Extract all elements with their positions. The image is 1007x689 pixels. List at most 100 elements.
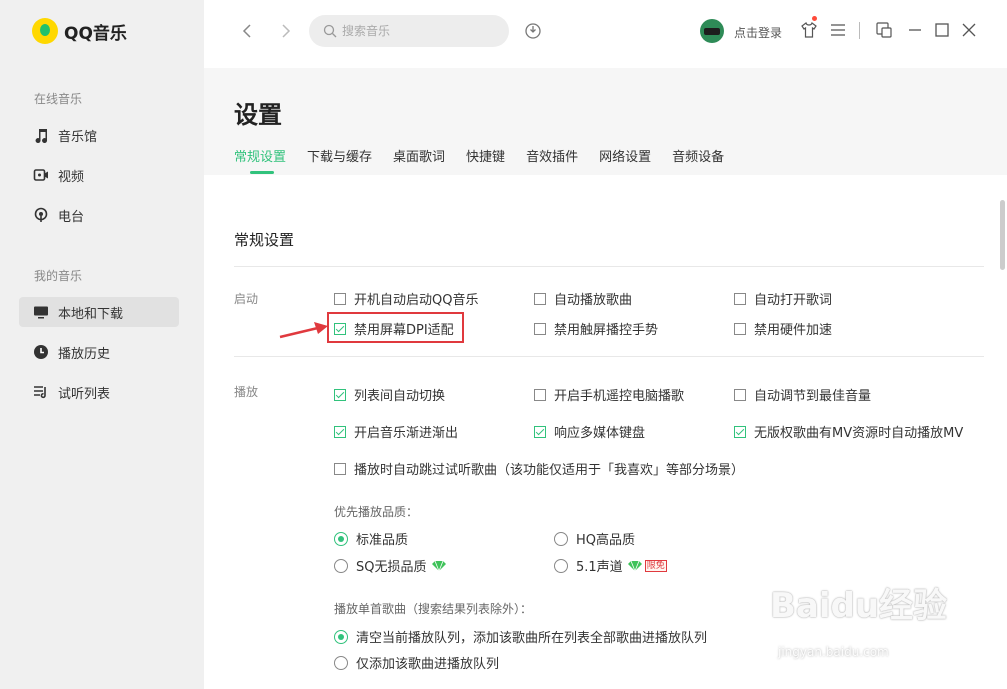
- sidebar-item-radio[interactable]: 电台: [19, 200, 179, 230]
- radio-selected[interactable]: [334, 531, 348, 546]
- vip-diamond-icon: [627, 560, 642, 571]
- opt-disable-touch[interactable]: 禁用触屏播控手势: [534, 319, 658, 338]
- checkbox-checked[interactable]: [734, 425, 746, 438]
- opt-phone-remote[interactable]: 开启手机遥控电脑播歌: [534, 385, 684, 404]
- checkbox[interactable]: [534, 388, 546, 401]
- radio-standard-quality[interactable]: 标准品质: [334, 529, 408, 548]
- tab-shortcuts[interactable]: 快捷键: [466, 146, 505, 165]
- checkbox[interactable]: [534, 292, 546, 305]
- settings-tabs: 常规设置 下载与缓存 桌面歌词 快捷键 音效插件 网络设置 音频设备: [234, 146, 745, 174]
- opt-disable-dpi[interactable]: 禁用屏幕DPI适配: [334, 319, 454, 338]
- radio[interactable]: [554, 531, 568, 546]
- checkbox[interactable]: [734, 292, 746, 305]
- radio-51-channel[interactable]: 5.1声道 限免: [554, 556, 667, 575]
- sidebar-item-label: 本地和下载: [58, 306, 124, 322]
- opt-auto-start[interactable]: 开机自动启动QQ音乐: [334, 289, 478, 308]
- app-logo[interactable]: QQ音乐: [32, 18, 127, 44]
- app-name: QQ音乐: [64, 23, 127, 44]
- checkbox[interactable]: [534, 322, 546, 335]
- radio-hq-quality[interactable]: HQ高品质: [554, 529, 635, 548]
- tab-audio-device[interactable]: 音频设备: [672, 146, 724, 165]
- radio-sq-quality[interactable]: SQ无损品质: [334, 556, 446, 575]
- menu-icon[interactable]: [829, 21, 847, 39]
- tab-network[interactable]: 网络设置: [599, 146, 651, 165]
- option-label: 自动调节到最佳音量: [754, 389, 872, 404]
- sidebar-item-trial-list[interactable]: 试听列表: [19, 377, 179, 407]
- tab-general[interactable]: 常规设置: [234, 146, 286, 174]
- option-label: 开机自动启动QQ音乐: [354, 293, 479, 308]
- option-label: 清空当前播放队列，添加该歌曲所在列表全部歌曲进播放队列: [356, 631, 708, 646]
- opt-skip-trial[interactable]: 播放时自动跳过试听歌曲（该功能仅适用于「我喜欢」等部分场景）: [334, 459, 744, 478]
- option-label: 自动打开歌词: [754, 293, 833, 308]
- checkbox-checked[interactable]: [334, 425, 346, 438]
- voice-search-icon[interactable]: [523, 21, 543, 41]
- video-icon: [33, 169, 48, 181]
- playlist-icon: [34, 386, 46, 399]
- option-label: 无版权歌曲有MV资源时自动播放MV: [754, 426, 964, 441]
- computer-icon: [34, 306, 48, 319]
- close-icon[interactable]: [960, 21, 978, 39]
- search-box[interactable]: [309, 15, 509, 47]
- checkbox-checked[interactable]: [534, 425, 546, 438]
- sidebar-item-music-hall[interactable]: 音乐馆: [19, 120, 179, 150]
- maximize-icon[interactable]: [933, 21, 951, 39]
- opt-auto-play[interactable]: 自动播放歌曲: [534, 289, 632, 308]
- search-icon: [323, 24, 337, 38]
- checkbox[interactable]: [734, 322, 746, 335]
- option-label: HQ高品质: [576, 533, 636, 548]
- back-arrow-icon[interactable]: [239, 22, 257, 40]
- option-label: 仅添加该歌曲进播放队列: [356, 657, 500, 672]
- radio[interactable]: [334, 558, 348, 573]
- tab-audio-plugins[interactable]: 音效插件: [526, 146, 578, 165]
- minimize-icon[interactable]: [906, 21, 924, 39]
- login-link[interactable]: 点击登录: [734, 24, 782, 41]
- tab-desktop-lyrics[interactable]: 桌面歌词: [393, 146, 445, 165]
- checkbox[interactable]: [334, 462, 346, 475]
- forward-arrow-icon[interactable]: [276, 22, 294, 40]
- music-note-icon: [35, 129, 48, 143]
- single-song-label: 播放单首歌曲（搜索结果列表除外）：: [334, 602, 533, 616]
- divider: [234, 266, 984, 267]
- annotation-arrow-icon: [279, 322, 328, 339]
- opt-auto-mv[interactable]: 无版权歌曲有MV资源时自动播放MV: [734, 422, 963, 441]
- option-label: 标准品质: [356, 533, 409, 548]
- mini-mode-icon[interactable]: [875, 21, 893, 39]
- clock-icon: [34, 345, 48, 359]
- option-label: 播放时自动跳过试听歌曲（该功能仅适用于「我喜欢」等部分场景）: [354, 463, 745, 478]
- search-input[interactable]: [342, 24, 492, 38]
- opt-media-keys[interactable]: 响应多媒体键盘: [534, 422, 645, 441]
- sidebar: QQ音乐 在线音乐 音乐馆 视频 电台 我的音乐 本地和下载 播放历史 试听列表: [0, 0, 204, 689]
- option-label: 列表间自动切换: [354, 389, 446, 404]
- settings-header: 设置 常规设置 下载与缓存 桌面歌词 快捷键 音效插件 网络设置 音频设备: [204, 68, 1007, 175]
- radio[interactable]: [334, 655, 348, 670]
- topbar: 点击登录: [204, 0, 1007, 68]
- checkbox[interactable]: [734, 388, 746, 401]
- radio-replace-queue[interactable]: 清空当前播放队列，添加该歌曲所在列表全部歌曲进播放队列: [334, 627, 707, 646]
- sidebar-item-local-downloads[interactable]: 本地和下载: [19, 297, 179, 327]
- radio-selected[interactable]: [334, 629, 348, 644]
- notification-dot: [812, 16, 817, 21]
- sidebar-item-label: 电台: [58, 209, 85, 225]
- sidebar-section-mine: 我的音乐: [34, 269, 83, 283]
- radio[interactable]: [554, 558, 568, 573]
- checkbox[interactable]: [334, 292, 346, 305]
- skin-shirt-icon[interactable]: [800, 21, 818, 39]
- checkbox-checked[interactable]: [334, 388, 346, 401]
- scrollbar[interactable]: [1000, 200, 1005, 270]
- option-label: 5.1声道: [576, 560, 623, 575]
- baidu-watermark-url: jingyan.baidu.com: [778, 645, 889, 659]
- opt-auto-lyrics[interactable]: 自动打开歌词: [734, 289, 832, 308]
- opt-auto-volume[interactable]: 自动调节到最佳音量: [734, 385, 871, 404]
- sidebar-item-history[interactable]: 播放历史: [19, 337, 179, 367]
- tab-download-cache[interactable]: 下载与缓存: [307, 146, 372, 165]
- avatar[interactable]: [700, 19, 724, 43]
- radio-add-only[interactable]: 仅添加该歌曲进播放队列: [334, 653, 499, 672]
- sidebar-item-video[interactable]: 视频: [19, 160, 179, 190]
- checkbox-checked[interactable]: [334, 322, 346, 335]
- playback-label: 播放: [234, 385, 259, 399]
- opt-fade-in-out[interactable]: 开启音乐渐进渐出: [334, 422, 458, 441]
- opt-disable-hw-accel[interactable]: 禁用硬件加速: [734, 319, 832, 338]
- toolbar-divider: [859, 22, 860, 39]
- opt-list-auto-switch[interactable]: 列表间自动切换: [334, 385, 445, 404]
- option-label: 响应多媒体键盘: [554, 426, 646, 441]
